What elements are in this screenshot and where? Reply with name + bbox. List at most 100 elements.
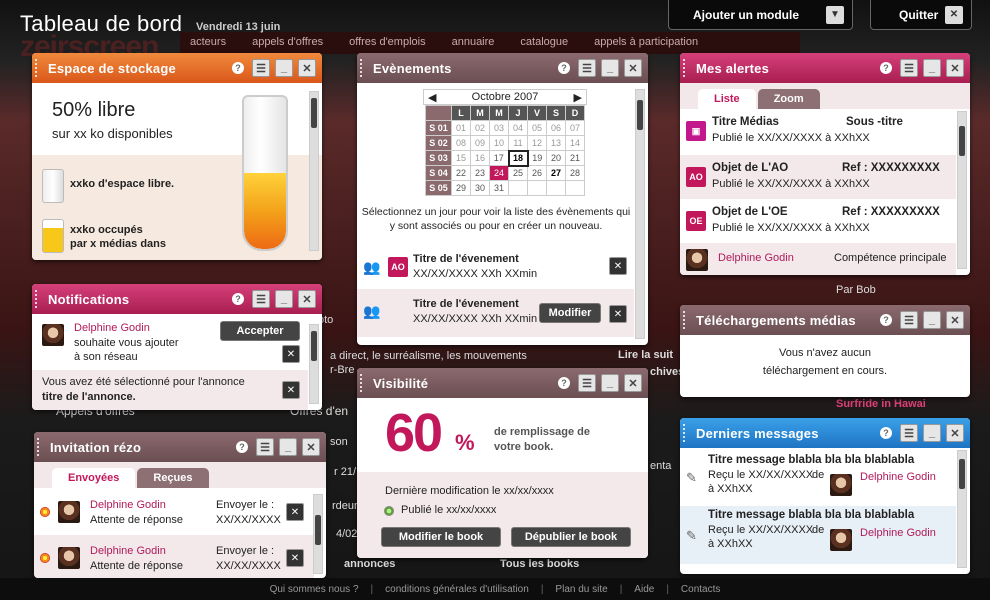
- accept-button[interactable]: Accepter: [220, 321, 300, 341]
- invitation-scrollbar[interactable]: [313, 494, 323, 574]
- scrollbar-thumb[interactable]: [959, 126, 965, 156]
- alert-title[interactable]: Objet de L'AO: [712, 162, 788, 174]
- footer-link[interactable]: Aide: [634, 584, 654, 595]
- minimize-icon[interactable]: _: [923, 311, 941, 329]
- calendar-day[interactable]: 11: [508, 135, 528, 151]
- calendar-day[interactable]: 06: [546, 120, 566, 136]
- next-month-icon[interactable]: ▶: [574, 91, 582, 104]
- avatar[interactable]: [830, 474, 852, 496]
- alerts-header[interactable]: Mes alertes ? ☰ _ ✕: [680, 53, 970, 83]
- menu-icon[interactable]: ☰: [900, 311, 918, 329]
- calendar-day[interactable]: 22: [451, 165, 471, 181]
- menu-icon[interactable]: ☰: [252, 59, 270, 77]
- minimize-icon[interactable]: _: [923, 424, 941, 442]
- invite-name[interactable]: Delphine Godin: [90, 545, 166, 557]
- dismiss-icon[interactable]: ✕: [286, 549, 304, 567]
- minimize-icon[interactable]: _: [279, 438, 297, 456]
- messages-header[interactable]: Derniers messages ? ☰ _ ✕: [680, 418, 970, 448]
- add-module-button[interactable]: Ajouter un module ▼: [668, 0, 853, 30]
- close-icon[interactable]: ✕: [946, 59, 964, 77]
- site-nav-item[interactable]: catalogue: [520, 36, 568, 50]
- calendar-day[interactable]: 14: [565, 135, 585, 151]
- minimize-icon[interactable]: _: [275, 59, 293, 77]
- event-title[interactable]: Titre de l'évenement: [413, 253, 519, 265]
- calendar-day[interactable]: [527, 180, 547, 196]
- calendar-day[interactable]: 27: [546, 165, 566, 181]
- minimize-icon[interactable]: _: [923, 59, 941, 77]
- scrollbar-thumb[interactable]: [959, 459, 965, 489]
- calendar-day[interactable]: 21: [565, 150, 585, 166]
- site-nav-item[interactable]: annuaire: [452, 36, 495, 50]
- calendar-day[interactable]: 10: [489, 135, 509, 151]
- drag-handle-icon[interactable]: [683, 424, 687, 442]
- scrollbar-thumb[interactable]: [311, 331, 317, 361]
- calendar-day[interactable]: 05: [527, 120, 547, 136]
- events-scrollbar[interactable]: [635, 89, 645, 339]
- modify-book-button[interactable]: Modifier le book: [381, 527, 501, 547]
- footer-link[interactable]: conditions générales d'utilisation: [385, 584, 529, 595]
- calendar-day[interactable]: 04: [508, 120, 528, 136]
- drag-handle-icon[interactable]: [35, 290, 39, 308]
- minimize-icon[interactable]: _: [601, 374, 619, 392]
- close-icon[interactable]: ✕: [298, 290, 316, 308]
- close-icon[interactable]: ✕: [624, 59, 642, 77]
- messages-scrollbar[interactable]: [957, 450, 967, 568]
- notification-sender[interactable]: Delphine Godin: [74, 322, 150, 334]
- dismiss-icon[interactable]: ✕: [609, 257, 627, 275]
- calendar-day[interactable]: 25: [508, 165, 528, 181]
- alert-title[interactable]: Titre Médias: [712, 116, 779, 128]
- calendar-day[interactable]: 20: [546, 150, 566, 166]
- minimize-icon[interactable]: _: [601, 59, 619, 77]
- calendar-day[interactable]: [565, 180, 585, 196]
- close-icon[interactable]: ✕: [624, 374, 642, 392]
- calendar-day[interactable]: 26: [527, 165, 547, 181]
- calendar-day[interactable]: 31: [489, 180, 509, 196]
- calendar-day[interactable]: 30: [470, 180, 490, 196]
- site-nav-item[interactable]: appels d'offres: [252, 36, 323, 50]
- calendar-day[interactable]: 15: [451, 150, 471, 166]
- help-icon[interactable]: ?: [880, 314, 892, 326]
- close-icon[interactable]: ✕: [946, 311, 964, 329]
- avatar[interactable]: [58, 501, 80, 523]
- invite-name[interactable]: Delphine Godin: [90, 499, 166, 511]
- site-nav-item[interactable]: appels à participation: [594, 36, 698, 50]
- footer-link[interactable]: Contacts: [681, 584, 720, 595]
- tab-envoyees[interactable]: Envoyées: [52, 468, 136, 488]
- drag-handle-icon[interactable]: [35, 59, 39, 77]
- calendar-day[interactable]: 18: [507, 149, 529, 167]
- calendar-day[interactable]: 28: [565, 165, 585, 181]
- storage-scrollbar[interactable]: [309, 91, 319, 251]
- footer-link[interactable]: Plan du site: [555, 584, 607, 595]
- help-icon[interactable]: ?: [232, 62, 244, 74]
- calendar-day[interactable]: 02: [470, 120, 490, 136]
- notifications-scrollbar[interactable]: [309, 324, 319, 404]
- avatar[interactable]: [830, 529, 852, 551]
- alerts-scrollbar[interactable]: [957, 111, 967, 269]
- help-icon[interactable]: ?: [232, 293, 244, 305]
- prev-month-icon[interactable]: ◀: [428, 91, 436, 104]
- modify-event-button[interactable]: Modifier: [539, 303, 601, 323]
- help-icon[interactable]: ?: [880, 62, 892, 74]
- menu-icon[interactable]: ☰: [256, 438, 274, 456]
- downloads-header[interactable]: Téléchargements médias ? ☰ _ ✕: [680, 305, 970, 335]
- calendar-day[interactable]: [546, 180, 566, 196]
- help-icon[interactable]: ?: [558, 62, 570, 74]
- scrollbar-thumb[interactable]: [315, 515, 321, 545]
- message-sender[interactable]: Delphine Godin: [860, 471, 936, 483]
- drag-handle-icon[interactable]: [683, 311, 687, 329]
- calendar-day[interactable]: 16: [470, 150, 490, 166]
- invitation-header[interactable]: Invitation rézo ? ☰ _ ✕: [34, 432, 326, 462]
- menu-icon[interactable]: ☰: [900, 424, 918, 442]
- help-icon[interactable]: ?: [236, 441, 248, 453]
- calendar-day[interactable]: 08: [451, 135, 471, 151]
- scrollbar-thumb[interactable]: [637, 100, 643, 130]
- message-sender[interactable]: Delphine Godin: [860, 527, 936, 539]
- calendar-day[interactable]: 17: [489, 150, 509, 166]
- notifications-header[interactable]: Notifications ? ☰ _ ✕: [32, 284, 322, 314]
- avatar[interactable]: [686, 249, 708, 271]
- drag-handle-icon[interactable]: [37, 438, 41, 456]
- help-icon[interactable]: ?: [880, 427, 892, 439]
- calendar-day[interactable]: 29: [451, 180, 471, 196]
- message-title[interactable]: Titre message blabla bla bla blablabla: [708, 509, 914, 521]
- menu-icon[interactable]: ☰: [578, 59, 596, 77]
